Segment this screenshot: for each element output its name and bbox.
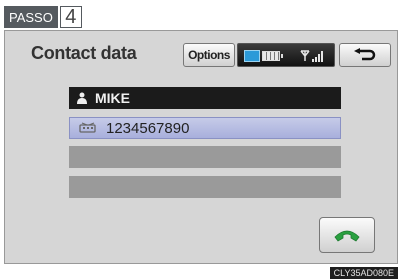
step-label: PASSO <box>4 6 58 28</box>
contact-name-row[interactable]: MIKE <box>69 87 341 109</box>
page-title: Contact data <box>31 43 137 63</box>
step-number: 4 <box>59 6 82 28</box>
call-icon <box>334 230 360 242</box>
call-button[interactable] <box>319 217 375 253</box>
display-screen: Contact data Options MIKE 1234567890 <box>4 30 398 264</box>
signal-strength-icon <box>300 50 323 62</box>
phone-number-row[interactable]: 1234567890 <box>69 117 341 139</box>
empty-row <box>69 146 341 168</box>
bluetooth-icon <box>244 50 260 62</box>
status-indicators <box>237 43 335 67</box>
back-button[interactable] <box>339 43 391 67</box>
image-code: CLY35AD080E <box>329 267 398 279</box>
battery-icon <box>262 51 283 61</box>
empty-row <box>69 176 341 198</box>
options-button[interactable]: Options <box>183 43 235 67</box>
mobile-phone-icon <box>78 122 98 134</box>
person-icon <box>77 92 87 104</box>
step-indicator: PASSO 4 <box>4 6 82 28</box>
contact-name: MIKE <box>95 90 130 106</box>
phone-number: 1234567890 <box>106 119 190 137</box>
back-arrow-icon <box>354 48 376 61</box>
